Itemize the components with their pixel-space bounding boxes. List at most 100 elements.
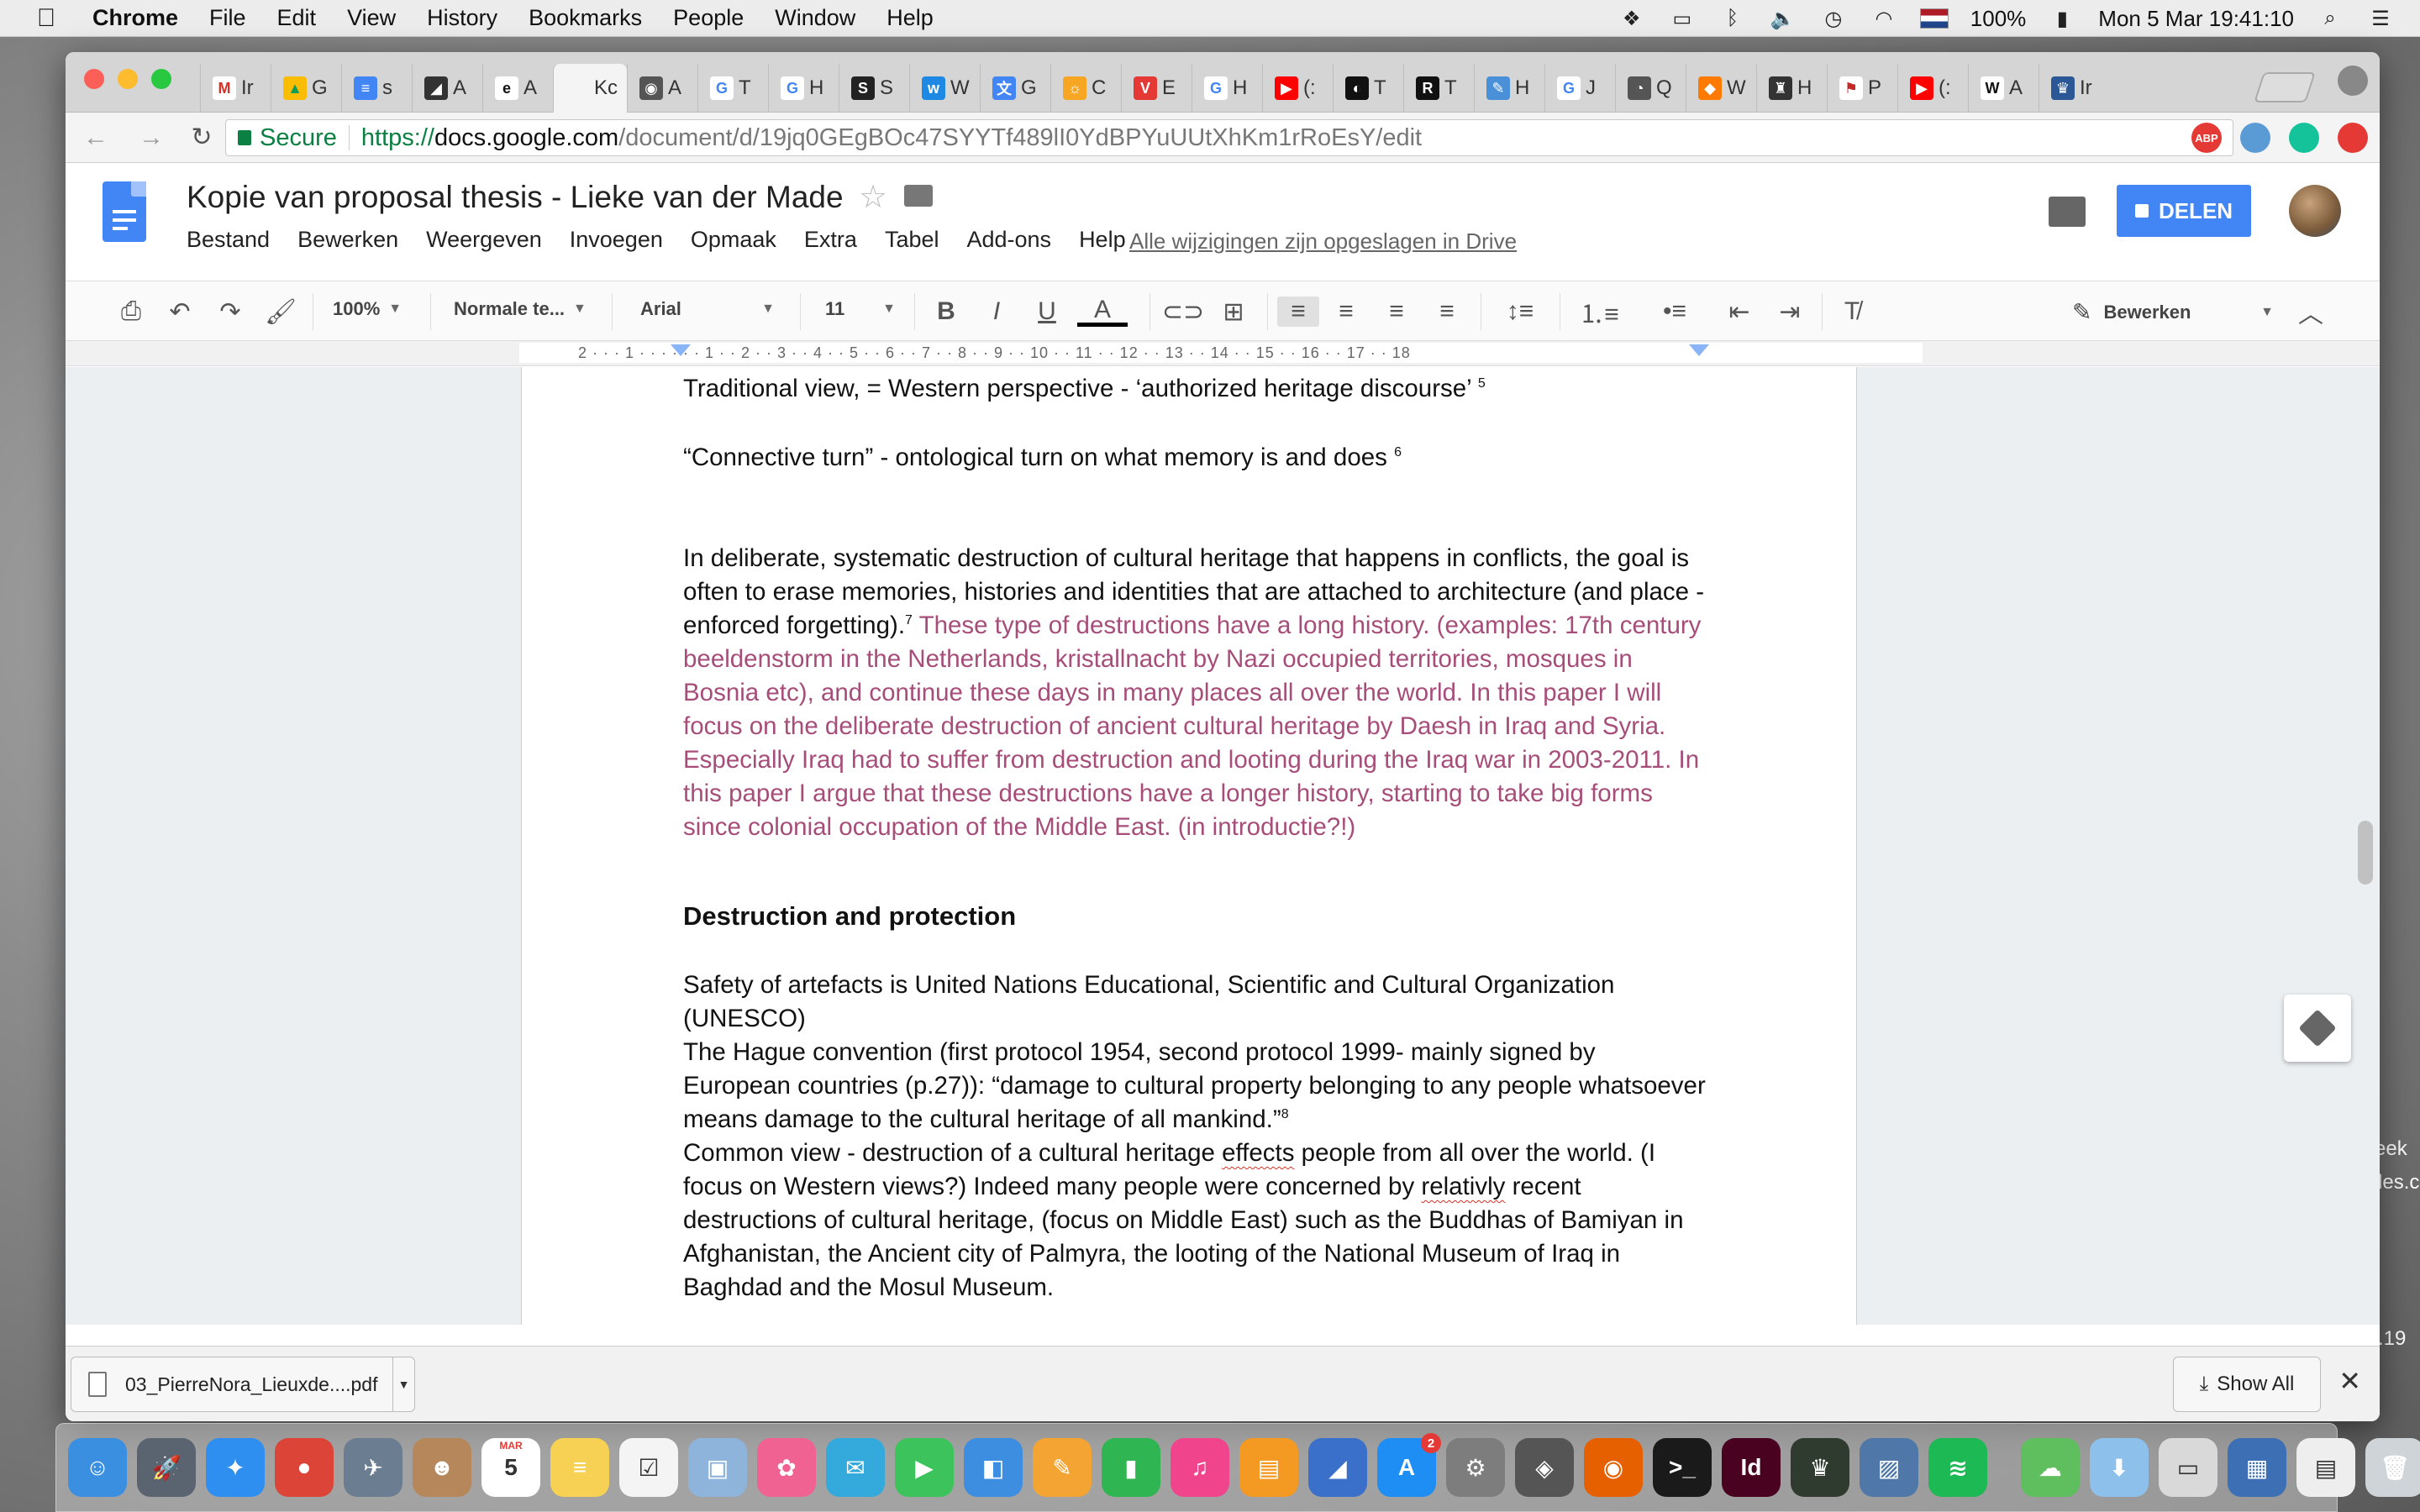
browser-tab[interactable]: ◢ A (412, 64, 482, 113)
menubar-item-help[interactable]: Help (886, 5, 934, 31)
browser-tab[interactable]: ◐ T (1333, 64, 1403, 113)
left-indent-marker[interactable] (671, 344, 691, 356)
docs-menu-help[interactable]: Help (1079, 227, 1126, 253)
document-icon[interactable]: ▤ (2296, 1438, 2355, 1497)
align-left-icon[interactable]: ≡ (1277, 297, 1319, 327)
browser-tab[interactable]: ◔ Q (1615, 64, 1686, 113)
downloads-folder-icon[interactable]: ⬇ (2090, 1438, 2149, 1497)
line-spacing-icon[interactable]: ↕≡ (1491, 297, 1549, 327)
menubar-item-bookmarks[interactable]: Bookmarks (529, 5, 642, 31)
screen-icon[interactable]: ▦ (2228, 1438, 2286, 1497)
browser-tab[interactable]: eA (482, 64, 553, 113)
footnote-ref[interactable]: 8 (1281, 1107, 1289, 1121)
ruler[interactable]: 2 · · · 1 · · · · · · 1 · · 2 · · 3 · · … (66, 341, 2380, 366)
bulleted-list-icon[interactable]: •≡ (1645, 297, 1704, 327)
upload-ext-icon[interactable] (2338, 123, 2368, 153)
font-family-select[interactable]: Arial ▼ (640, 298, 775, 320)
spelling-error[interactable]: effects (1222, 1139, 1294, 1167)
omnibox[interactable]: Secure https:// docs.google.com /documen… (225, 119, 2233, 156)
system-prefs-icon[interactable]: ⚙ (1446, 1438, 1505, 1497)
browser-tab[interactable]: GJ (1544, 64, 1615, 113)
numbered-list-icon[interactable]: ⒈≡ (1570, 297, 1628, 328)
footnote-ref[interactable]: 7 (905, 613, 913, 627)
adblock-icon[interactable]: ABP (2191, 123, 2222, 153)
docs-menu-tabel[interactable]: Tabel (885, 227, 939, 253)
photos-icon[interactable]: ✿ (757, 1438, 816, 1497)
window-icon[interactable]: ▭ (2159, 1438, 2217, 1497)
browser-tab[interactable]: SS (839, 64, 909, 113)
close-shelf-icon[interactable]: ✕ (2338, 1365, 2361, 1397)
browser-tab[interactable]: ♜ H (1756, 64, 1827, 113)
battery-icon[interactable]: ▮ (2048, 7, 2076, 30)
calendar-icon[interactable]: 5 MAR (481, 1438, 540, 1497)
right-indent-marker[interactable] (1689, 344, 1709, 356)
download-options-caret-icon[interactable]: ▼ (392, 1357, 414, 1411)
clear-formatting-icon[interactable]: T̸ (1833, 297, 1870, 327)
zoom-select[interactable]: 100% ▼ (333, 298, 402, 320)
notification-center-icon[interactable]: ☰ (2366, 7, 2395, 30)
collapse-toolbar-icon[interactable]: ︿ (2292, 297, 2329, 328)
minimize-window-button[interactable] (118, 69, 138, 89)
insert-link-icon[interactable]: ⊂⊃ (1162, 297, 1204, 327)
browser-tab[interactable]: ☼ C (1050, 64, 1121, 113)
bluetooth-icon[interactable]: ᛒ (1718, 7, 1747, 30)
chrome-icon[interactable]: ● (275, 1438, 334, 1497)
photo-icon[interactable]: ▨ (1860, 1438, 1918, 1497)
vertical-scrollbar[interactable] (2358, 821, 2373, 885)
spotlight-search-icon[interactable]: ⌕ (2316, 7, 2344, 30)
browser-tab[interactable]: ▶ (: (1262, 64, 1333, 113)
browser-tab[interactable]: GH (1192, 64, 1262, 113)
font-size-select[interactable]: 11 ▼ (825, 298, 896, 320)
new-tab-button[interactable] (2254, 72, 2316, 102)
image-capture-icon[interactable]: ◈ (1515, 1438, 1574, 1497)
editing-mode-select[interactable]: ✎ Bewerken ▼ (2072, 298, 2274, 326)
ibooks-icon[interactable]: ▤ (1239, 1438, 1298, 1497)
close-window-button[interactable] (84, 69, 104, 89)
menubar-item-history[interactable]: History (427, 5, 497, 31)
footnote-ref[interactable]: 5 (1478, 376, 1486, 391)
photo-ext-icon[interactable] (2240, 123, 2270, 153)
comments-icon[interactable] (2049, 197, 2086, 227)
docs-menu-add-ons[interactable]: Add-ons (966, 227, 1051, 253)
keynote-icon[interactable]: ◧ (964, 1438, 1023, 1497)
document-title[interactable]: Kopie van proposal thesis - Lieke van de… (187, 180, 844, 215)
browser-tab[interactable]: GT (697, 64, 768, 113)
browser-tab[interactable]: ⚑ P (1827, 64, 1897, 113)
forward-arrow-icon[interactable]: → (126, 123, 176, 152)
browser-tab[interactable]: ▲ G (271, 64, 341, 113)
notes-icon[interactable]: ≡ (550, 1438, 609, 1497)
docs-menu-extra[interactable]: Extra (804, 227, 857, 253)
contacts-icon[interactable]: ☻ (413, 1438, 471, 1497)
docs-menu-bestand[interactable]: Bestand (187, 227, 270, 253)
show-all-downloads-button[interactable]: ⤓ Show All (2173, 1357, 2321, 1412)
reload-icon[interactable]: ↻ (176, 123, 227, 152)
bold-icon[interactable]: B (928, 297, 965, 327)
decrease-indent-icon[interactable]: ⇤ (1721, 297, 1758, 327)
browser-tab[interactable]: ◉ A (627, 64, 697, 113)
document-page[interactable]: Traditional view, = Western perspective … (521, 367, 1857, 1325)
trash-icon[interactable]: 🗑 (2365, 1438, 2420, 1497)
browser-tab[interactable]: M Ir (200, 64, 271, 113)
airplay-icon[interactable]: ▭ (1668, 7, 1697, 30)
firefox-icon[interactable]: ◉ (1584, 1438, 1643, 1497)
browser-tab[interactable]: ✎ H (1474, 64, 1544, 113)
add-comment-icon[interactable]: ⊞ (1215, 297, 1252, 327)
text-color-icon[interactable]: A (1077, 296, 1128, 327)
align-right-icon[interactable]: ≡ (1378, 297, 1415, 327)
underline-icon[interactable]: U (1028, 297, 1065, 327)
browser-tab[interactable]: ♛ Ir (2039, 64, 2109, 113)
spelling-error[interactable]: relativly (1421, 1173, 1505, 1200)
browser-tab[interactable]: RT (1403, 64, 1474, 113)
folder-icon[interactable] (904, 185, 933, 207)
download-item[interactable]: 03_PierreNora_Lieuxde....pdf ▼ (71, 1357, 415, 1412)
explore-button[interactable] (2284, 995, 2351, 1062)
align-center-icon[interactable]: ≡ (1328, 297, 1365, 327)
launchpad-icon[interactable]: 🚀 (137, 1438, 196, 1497)
menubar-app-name[interactable]: Chrome (92, 5, 178, 31)
menubar-clock[interactable]: Mon 5 Mar 19:41:10 (2098, 6, 2294, 32)
menubar-item-edit[interactable]: Edit (277, 5, 317, 31)
justify-icon[interactable]: ≡ (1428, 297, 1465, 327)
trophy-icon[interactable]: ♛ (1791, 1438, 1849, 1497)
docs-menu-bewerken[interactable]: Bewerken (297, 227, 398, 253)
star-icon[interactable]: ☆ (859, 178, 887, 216)
